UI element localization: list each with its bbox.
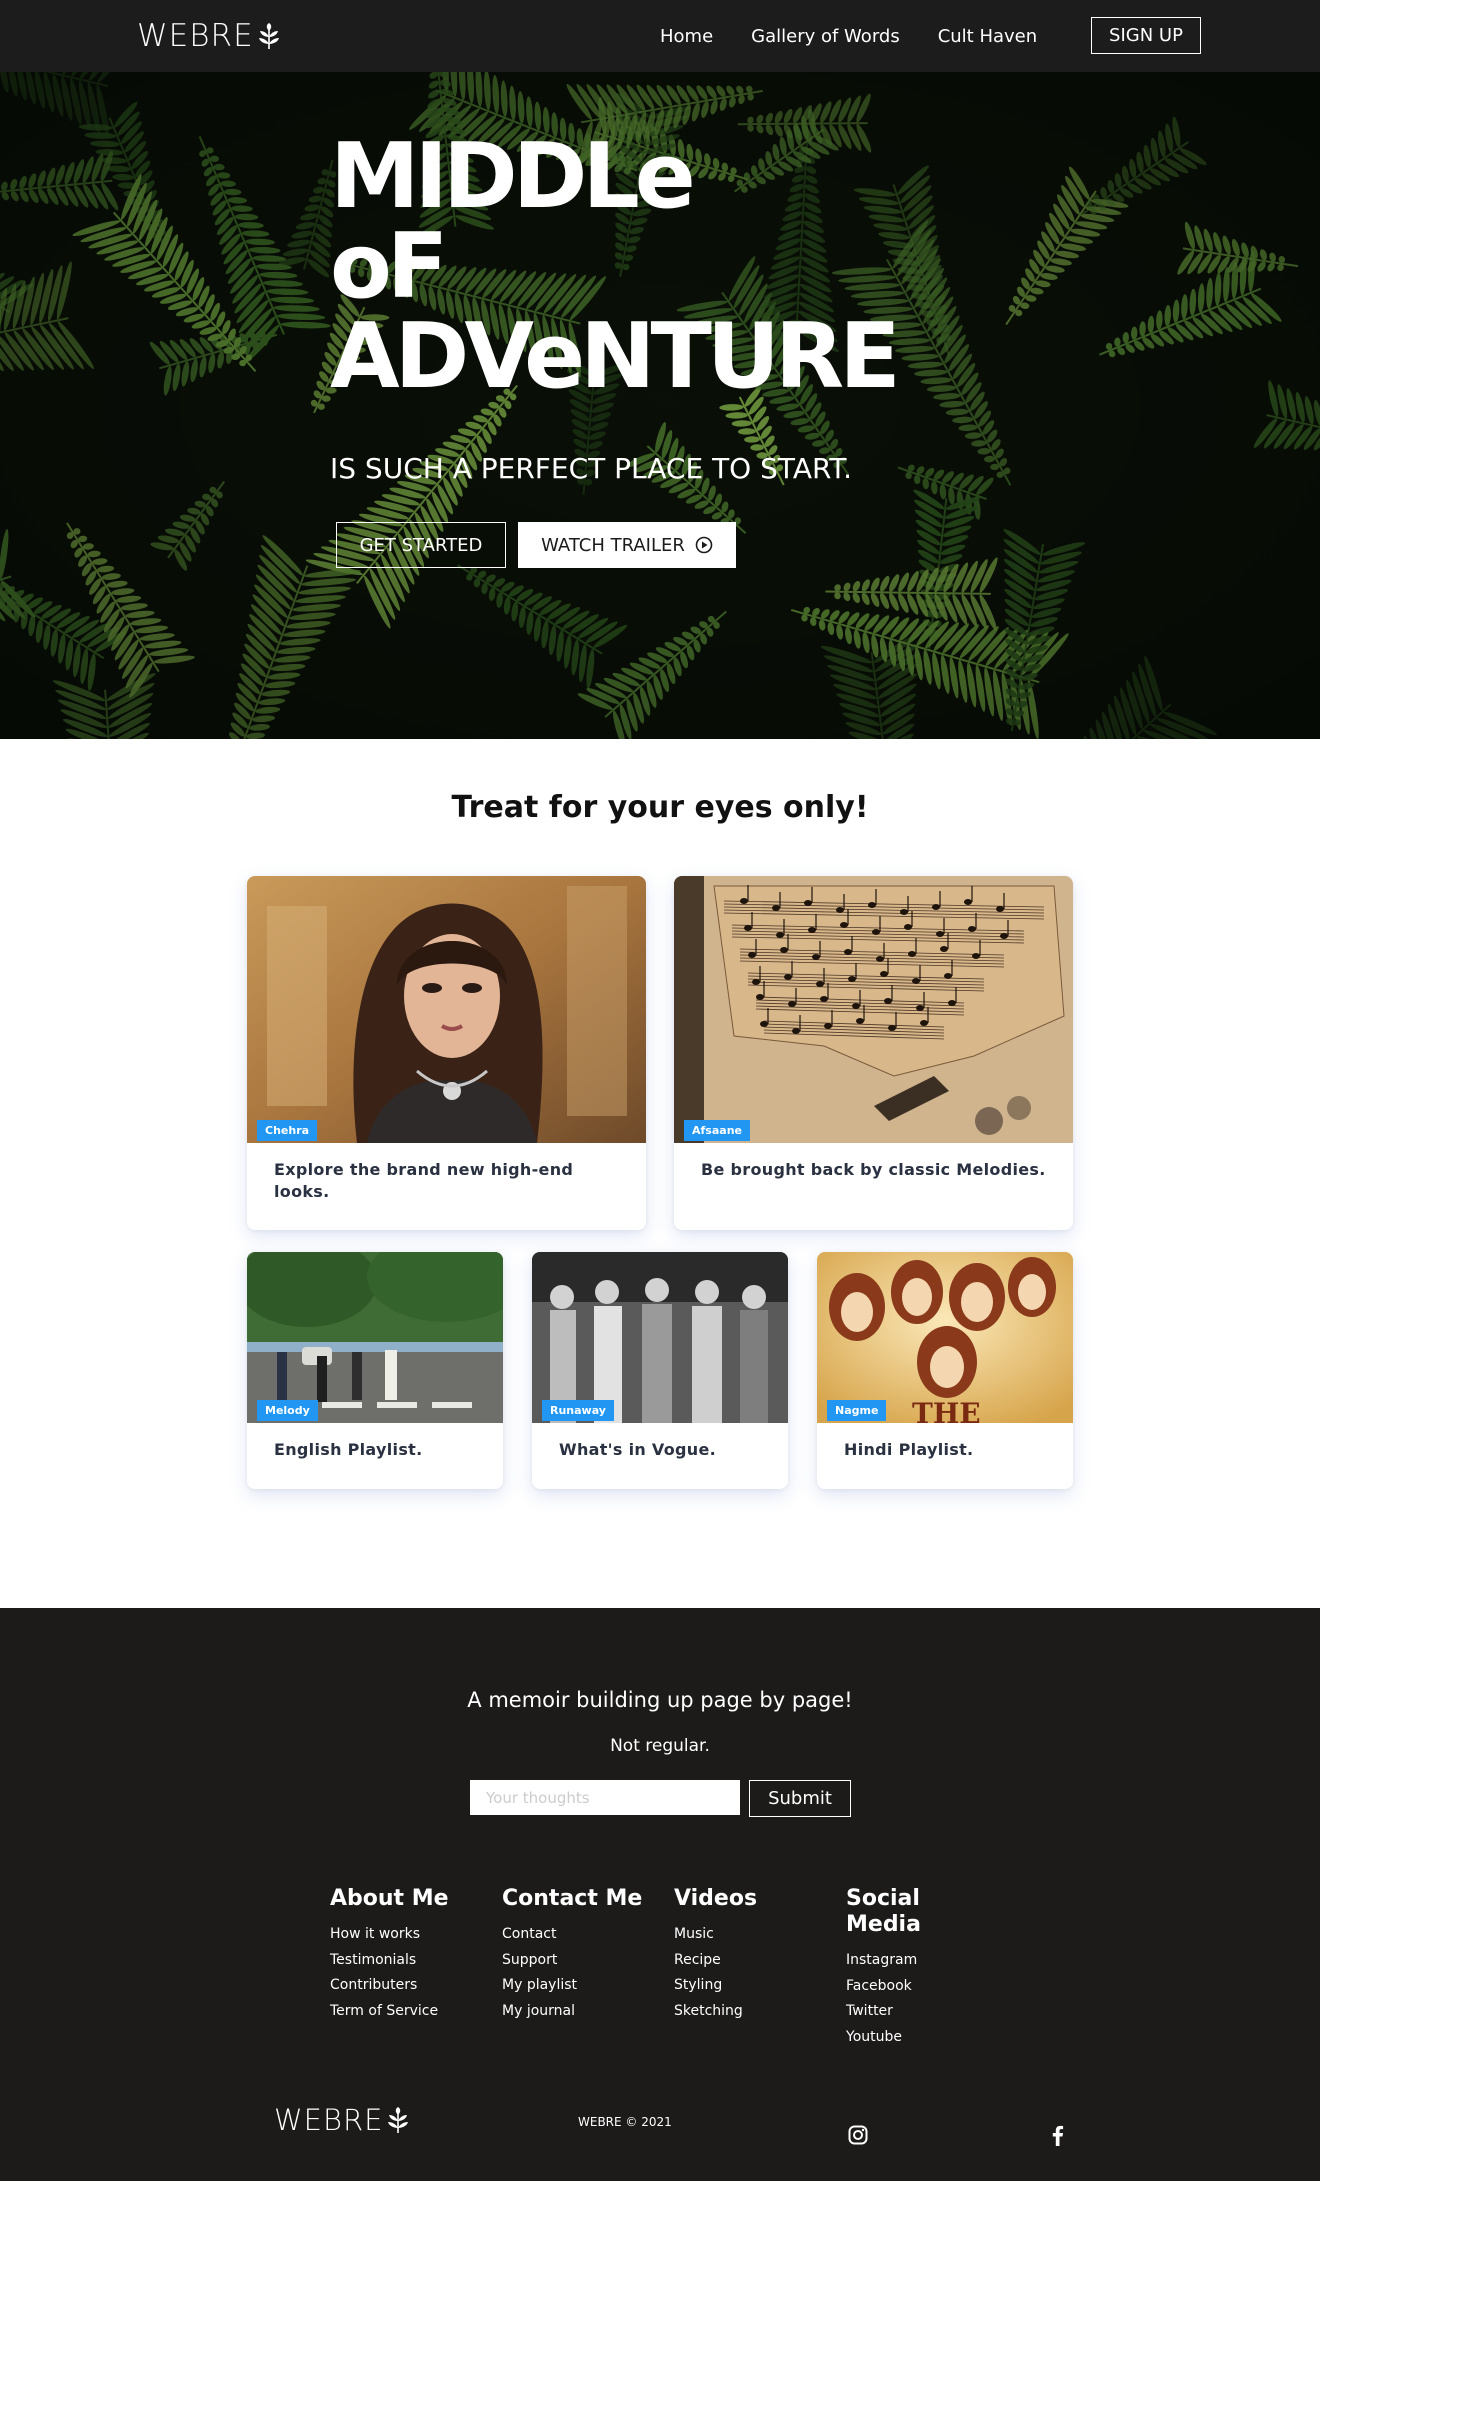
gallery-section-title: Treat for your eyes only! <box>451 790 869 825</box>
card-image: Melody <box>247 1252 503 1423</box>
leaf-icon <box>388 2107 409 2133</box>
card-title: Explore the brand new high-end looks. <box>274 1160 574 1201</box>
footer-link-term-of-service[interactable]: Term of Service <box>330 1999 490 2025</box>
thoughts-input[interactable] <box>470 1780 740 1815</box>
card-image: Chehra <box>247 876 646 1143</box>
leaf-icon <box>258 23 279 49</box>
footer-link-my-playlist[interactable]: My playlist <box>502 1973 662 1999</box>
card-title: What's in Vogue. <box>559 1440 716 1459</box>
gallery-card-chehra[interactable]: Chehra Explore the brand new high-end lo… <box>247 876 646 1230</box>
footer-link-recipe[interactable]: Recipe <box>674 1948 834 1974</box>
gallery-card-melody[interactable]: Melody English Playlist. <box>247 1252 503 1489</box>
nav-link-home[interactable]: Home <box>660 26 713 47</box>
vogue-image <box>532 1252 788 1423</box>
abbey-road-image <box>247 1252 503 1423</box>
footer-column-about-me: About Me How it works Testimonials Contr… <box>330 1886 490 2024</box>
gallery-card-afsaane[interactable]: Afsaane Be brought back by classic Melod… <box>674 876 1073 1230</box>
top-navbar: WEBRE Home Gallery of Words Cult Haven S… <box>0 0 1320 72</box>
footer-link-sketching[interactable]: Sketching <box>674 1999 834 2025</box>
footer-link-contributers[interactable]: Contributers <box>330 1973 490 1999</box>
play-circle-icon <box>695 536 713 554</box>
watch-trailer-button[interactable]: WATCH TRAILER <box>518 522 736 568</box>
signup-button[interactable]: SIGN UP <box>1091 17 1201 54</box>
card-tag: Runaway <box>542 1400 614 1421</box>
gallery-card-runaway[interactable]: Runaway What's in Vogue. <box>532 1252 788 1489</box>
card-tag: Nagme <box>827 1400 887 1421</box>
card-image: Runaway <box>532 1252 788 1423</box>
brand-logo[interactable]: WEBRE <box>137 14 282 58</box>
portrait-image <box>247 876 646 1143</box>
instagram-icon[interactable] <box>848 2125 868 2145</box>
footer-link-support[interactable]: Support <box>502 1948 662 1974</box>
card-title: Hindi Playlist. <box>844 1440 974 1459</box>
hero-subtitle: IS SUCH A PERFECT PLACE TO START. <box>330 452 853 485</box>
footer-link-twitter[interactable]: Twitter <box>846 1999 956 2025</box>
hero-title-line-1: MIDDLe <box>330 124 696 229</box>
sheet-music-image <box>674 876 1073 1143</box>
footer-column-title: About Me <box>330 1886 449 1911</box>
facebook-icon[interactable] <box>1048 2124 1068 2146</box>
watch-trailer-label: WATCH TRAILER <box>541 534 685 556</box>
footer-link-testimonials[interactable]: Testimonials <box>330 1948 490 1974</box>
footer-link-facebook[interactable]: Facebook <box>846 1974 956 2000</box>
nav-links: Home Gallery of Words Cult Haven <box>660 0 1075 72</box>
nav-link-cult-haven[interactable]: Cult Haven <box>938 26 1037 47</box>
hero-title: MIDDLe oF ADVeNTURE <box>330 124 901 409</box>
hero-section: MIDDLe oF ADVeNTURE IS SUCH A PERFECT PL… <box>0 72 1320 739</box>
footer-column-title: Videos <box>674 1886 758 1911</box>
footer-link-styling[interactable]: Styling <box>674 1973 834 1999</box>
hero-title-line-2: oF <box>330 214 448 319</box>
card-tag: Melody <box>257 1400 318 1421</box>
nav-link-gallery-of-words[interactable]: Gallery of Words <box>751 26 900 47</box>
footer: A memoir building up page by page! Not r… <box>0 1608 1320 2181</box>
footer-link-instagram[interactable]: Instagram <box>846 1948 956 1974</box>
card-tag: Afsaane <box>684 1120 750 1141</box>
newsletter-subheading: Not regular. <box>610 1736 710 1756</box>
footer-link-contact[interactable]: Contact <box>502 1922 662 1948</box>
card-tag: Chehra <box>257 1120 318 1141</box>
copyright-text: WEBRE © 2021 <box>578 2115 672 2129</box>
footer-link-my-journal[interactable]: My journal <box>502 1999 662 2025</box>
footer-link-how-it-works[interactable]: How it works <box>330 1922 490 1948</box>
card-image: Afsaane <box>674 876 1073 1143</box>
brand-logo-text: WEBRE <box>137 18 254 54</box>
footer-logo[interactable]: WEBRE <box>274 2100 411 2140</box>
footer-logo-text: WEBRE <box>274 2103 384 2137</box>
footer-column-title: Social Media <box>846 1886 921 1937</box>
card-image: THE Nagme <box>817 1252 1073 1423</box>
svg-text:THE: THE <box>912 1397 981 1423</box>
newsletter-heading: A memoir building up page by page! <box>467 1688 853 1712</box>
footer-link-music[interactable]: Music <box>674 1922 834 1948</box>
footer-column-social-media: Social Media Instagram Facebook Twitter … <box>846 1886 956 2050</box>
footer-column-videos: Videos Music Recipe Styling Sketching <box>674 1886 834 2024</box>
hero-title-line-3: ADVeNTURE <box>330 304 901 409</box>
footer-column-contact-me: Contact Me Contact Support My playlist M… <box>502 1886 662 2024</box>
get-started-button[interactable]: GET STARTED <box>336 522 506 568</box>
hindi-legends-image: THE <box>817 1252 1073 1423</box>
card-title: English Playlist. <box>274 1440 423 1459</box>
card-title: Be brought back by classic Melodies. <box>701 1160 1046 1179</box>
footer-link-youtube[interactable]: Youtube <box>846 2025 956 2051</box>
submit-button[interactable]: Submit <box>749 1780 851 1817</box>
footer-column-title: Contact Me <box>502 1886 643 1911</box>
gallery-card-nagme[interactable]: THE Nagme Hindi Playlist. <box>817 1252 1073 1489</box>
